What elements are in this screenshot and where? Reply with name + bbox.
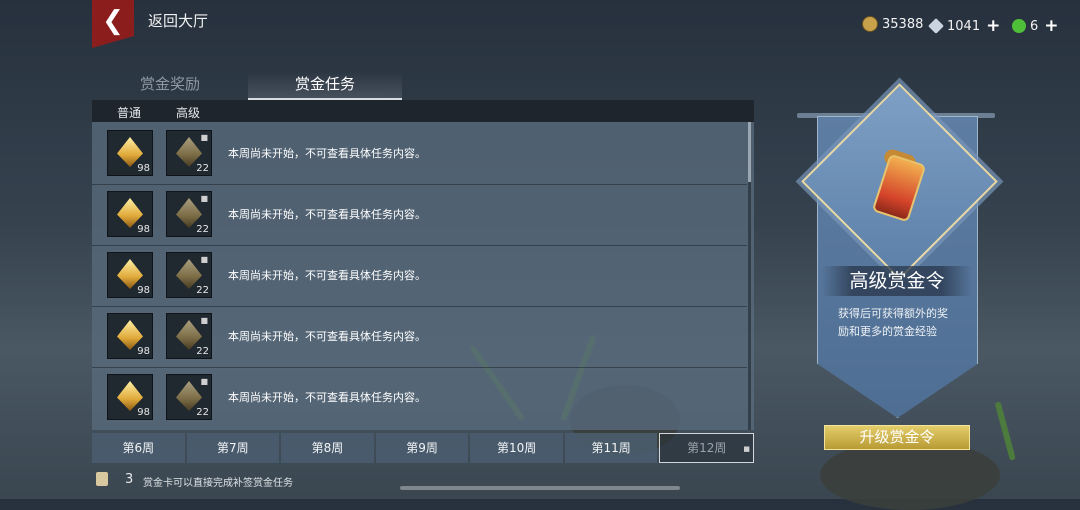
tab-bounty-tasks[interactable]: 赏金任务 [248,72,402,100]
currency-diamond: 1041 + [928,16,1000,36]
column-premium: 高级 [176,106,201,120]
premium-reward-slot[interactable]: ■ 22 [166,313,212,359]
tab-week-11[interactable]: 第11周 [564,433,658,463]
reward-count: 98 [137,407,150,418]
task-panel: 普通 高级 98 ■ 22 本周尚未开始，不可查看具体任务内容。 98 ■ 22… [92,100,754,430]
back-button[interactable]: ❮ [92,0,134,48]
add-jade-button[interactable]: + [1044,16,1058,36]
premium-reward-slot[interactable]: ■ 22 [166,130,212,176]
bounty-card-count: 3 [125,472,134,487]
lock-icon: ■ [200,133,208,142]
back-label[interactable]: 返回大厅 [148,10,208,31]
premium-reward-slot[interactable]: ■ 22 [166,191,212,237]
table-row: 98 ■ 22 本周尚未开始，不可查看具体任务内容。 [92,185,747,246]
task-status-text: 本周尚未开始，不可查看具体任务内容。 [228,208,426,221]
lock-icon: ■ [200,377,208,386]
tab-week-6[interactable]: 第6周 [92,433,185,463]
table-header: 普通 高级 [92,100,754,122]
week-tabs: 第6周 第7周 第8周 第9周 第10周 第11周 第12周 ■ [92,433,755,463]
reward-count: 98 [137,224,150,235]
tab-week-9[interactable]: 第9周 [375,433,469,463]
reward-count: 22 [196,407,209,418]
premium-reward-slot[interactable]: ■ 22 [166,252,212,298]
reward-count: 98 [137,346,150,357]
premium-description: 获得后可获得额外的奖励和更多的赏金经验 [838,307,948,338]
jade-value: 6 [1030,18,1039,34]
week-label: 第12周 [687,441,727,455]
diamond-value: 1041 [947,18,981,34]
lock-icon: ■ [200,194,208,203]
tab-week-10[interactable]: 第10周 [470,433,563,463]
tab-week-8[interactable]: 第8周 [281,433,374,463]
lock-icon: ■ [200,255,208,264]
bounty-card-tip: 赏金卡可以直接完成补签赏金任务 [143,478,293,489]
task-status-text: 本周尚未开始，不可查看具体任务内容。 [228,330,426,343]
reward-count: 98 [137,285,150,296]
reward-count: 22 [196,285,209,296]
task-status-text: 本周尚未开始，不可查看具体任务内容。 [228,147,426,160]
reward-count: 22 [196,224,209,235]
task-status-text: 本周尚未开始，不可查看具体任务内容。 [228,269,426,282]
table-row: 98 ■ 22 本周尚未开始，不可查看具体任务内容。 [92,368,747,428]
lock-icon: ■ [743,445,751,453]
normal-reward-slot[interactable]: 98 [107,313,153,359]
normal-reward-slot[interactable]: 98 [107,374,153,420]
tab-week-12[interactable]: 第12周 ■ [659,433,755,463]
task-status-text: 本周尚未开始，不可查看具体任务内容。 [228,391,426,404]
list-scrollbar[interactable] [748,122,751,430]
lock-icon: ■ [200,316,208,325]
reward-count: 22 [196,163,209,174]
bounty-card-icon [96,472,108,486]
home-indicator[interactable] [400,486,680,490]
tab-week-7[interactable]: 第7周 [186,433,280,463]
chevron-left-icon: ❮ [102,6,124,36]
diamond-icon [928,18,944,34]
table-row: 98 ■ 22 本周尚未开始，不可查看具体任务内容。 [92,246,747,307]
premium-title: 高级赏金令 [822,266,972,296]
coin-value: 35388 [882,16,924,32]
reward-count: 98 [137,163,150,174]
add-diamond-button[interactable]: + [986,16,1000,36]
normal-reward-slot[interactable]: 98 [107,130,153,176]
currency-jade: 6 + [1012,16,1059,36]
premium-reward-slot[interactable]: ■ 22 [166,374,212,420]
tab-bounty-rewards[interactable]: 赏金奖励 [92,72,248,98]
background-plant [994,401,1016,461]
currency-coin: 35388 [862,16,923,32]
coin-icon [862,16,878,32]
table-row: 98 ■ 22 本周尚未开始，不可查看具体任务内容。 [92,307,747,368]
reward-count: 22 [196,346,209,357]
table-row: 98 ■ 22 本周尚未开始，不可查看具体任务内容。 [92,124,747,185]
background-rock [820,440,1000,510]
normal-reward-slot[interactable]: 98 [107,191,153,237]
normal-reward-slot[interactable]: 98 [107,252,153,298]
upgrade-button[interactable]: 升级赏金令 [824,425,970,450]
jade-icon [1012,19,1026,33]
column-normal: 普通 [117,106,142,120]
